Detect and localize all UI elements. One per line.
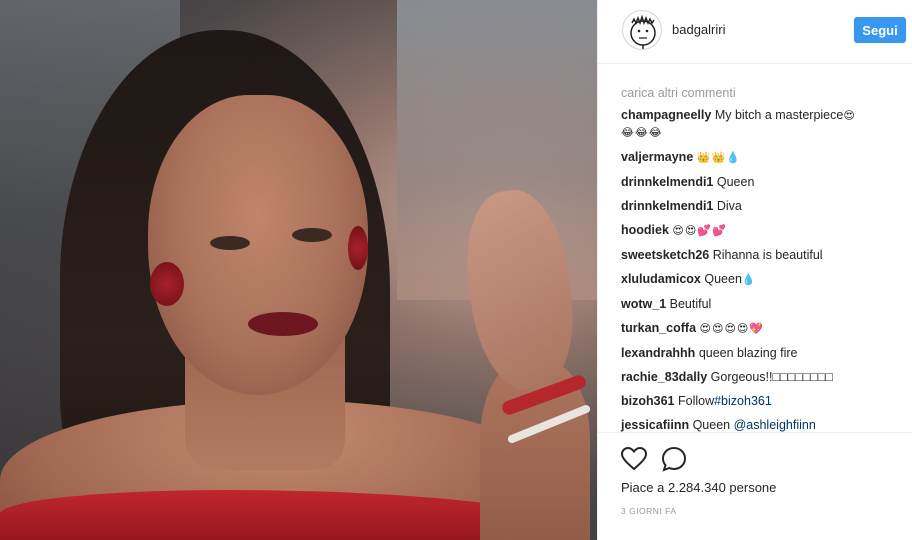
photo-lips: [248, 312, 318, 336]
comment-item: wotw_1 Beutiful: [621, 296, 906, 312]
comment-username[interactable]: turkan_coffa: [621, 321, 696, 335]
avatar-doodle-icon: [630, 14, 656, 49]
comment-item: valjermayne 👑👑💧: [621, 149, 906, 166]
comment-text: Queen: [704, 272, 742, 286]
comment-text: Beutiful: [669, 297, 712, 311]
comment-username[interactable]: xluludamicox: [621, 272, 701, 286]
comment-item: lexandrahhh queen blazing fire: [621, 345, 906, 361]
comment-item: jessicafiinn Queen @ashleighfiinn: [621, 417, 906, 433]
comment-username[interactable]: champagneelly: [621, 108, 711, 122]
post-author-username[interactable]: badgalriri: [672, 22, 725, 37]
comment-item: drinnkelmendi1 Queen: [621, 174, 906, 190]
post-timestamp[interactable]: 3 GIORNI FA: [621, 506, 677, 516]
photo-earring-left: [150, 262, 184, 306]
comment-container: champagneelly My bitch a masterpiece😍 😂😂…: [621, 107, 906, 433]
comment-link[interactable]: @ashleighfiinn: [734, 418, 816, 432]
comments-list: carica altri commenti champagneelly My b…: [621, 86, 906, 441]
photo-eye-left: [210, 236, 250, 250]
comment-username[interactable]: bizoh361: [621, 394, 675, 408]
post-header: badgalriri Segui: [598, 0, 912, 64]
follow-button[interactable]: Segui: [854, 17, 906, 43]
likes-count[interactable]: Piace a 2.284.340 persone: [621, 480, 776, 495]
load-more-comments-link[interactable]: carica altri commenti: [621, 86, 906, 100]
comment-item: turkan_coffa 😍😍😍😍💖: [621, 320, 906, 337]
comment-text: Queen: [692, 418, 731, 432]
comment-username[interactable]: rachie_83dally: [621, 370, 707, 384]
comment-text: Diva: [716, 199, 742, 213]
comment-text: Rihanna is beautiful: [712, 248, 823, 262]
comment-username[interactable]: valjermayne: [621, 150, 693, 164]
photo-earring-right: [348, 226, 368, 270]
comment-text: Follow: [677, 394, 715, 408]
heart-icon: [621, 447, 647, 471]
avatar[interactable]: [622, 10, 662, 50]
comment-username[interactable]: hoodiek: [621, 223, 669, 237]
comment-username[interactable]: wotw_1: [621, 297, 666, 311]
photo-eye-right: [292, 228, 332, 242]
comment-button[interactable]: [660, 445, 688, 473]
photo-face: [148, 95, 368, 395]
comment-username[interactable]: lexandrahhh: [621, 346, 695, 360]
post-actions: Piace a 2.284.340 persone 3 GIORNI FA: [598, 432, 912, 540]
comment-emoji: 💧: [741, 273, 757, 286]
comment-username[interactable]: jessicafiinn: [621, 418, 689, 432]
comment-item: xluludamicox Queen💧: [621, 271, 906, 288]
comment-item: drinnkelmendi1 Diva: [621, 198, 906, 214]
like-button[interactable]: [620, 445, 648, 473]
comment-item: sweetsketch26 Rihanna is beautiful: [621, 247, 906, 263]
comment-username[interactable]: sweetsketch26: [621, 248, 709, 262]
comment-username[interactable]: drinnkelmendi1: [621, 175, 713, 189]
comment-item: hoodiek 😍😍💕💕: [621, 222, 906, 239]
comment-text: My bitch a masterpiece: [714, 108, 844, 122]
comment-item: champagneelly My bitch a masterpiece😍 😂😂…: [621, 107, 906, 141]
comment-text: Queen: [716, 175, 755, 189]
post-side-panel: badgalriri Segui carica altri commenti c…: [597, 0, 912, 540]
comment-item: rachie_83dally Gorgeous!!□□□□□□□□: [621, 369, 906, 385]
comment-emoji: 👑👑💧: [696, 151, 741, 164]
comment-link[interactable]: #bizoh361: [714, 394, 772, 408]
post-photo[interactable]: [0, 0, 597, 540]
comment-item: bizoh361 Follow#bizoh361: [621, 393, 906, 409]
comment-text: queen blazing fire: [698, 346, 798, 360]
comment-emoji: 😍😍😍😍💖: [699, 322, 765, 335]
comment-text: Gorgeous!!□□□□□□□□: [710, 370, 833, 384]
comment-icon: [661, 446, 687, 472]
comment-emoji: 😍😍💕💕: [672, 224, 727, 237]
comment-username[interactable]: drinnkelmendi1: [621, 199, 713, 213]
